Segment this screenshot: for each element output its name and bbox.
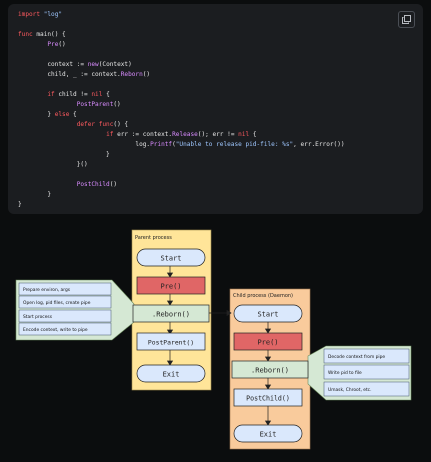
left-note-1: Prepare environ, args — [23, 287, 71, 293]
svg-text:.Reborn(): .Reborn() — [251, 367, 289, 375]
svg-text:Exit: Exit — [260, 431, 277, 439]
code-token: () — [109, 181, 118, 189]
svg-text:Start: Start — [160, 255, 181, 263]
code-line: if child != nil { — [18, 90, 345, 100]
left-note-2: Open log, pid files, create pipe — [23, 300, 91, 306]
code-block: import "log" func main() { Pre() context… — [8, 4, 423, 214]
code-token: () { — [113, 121, 129, 129]
code-line: } else { — [18, 110, 345, 120]
code-token: log. — [18, 141, 151, 149]
svg-text:.Reborn(): .Reborn() — [152, 311, 190, 319]
right-note-2: Write pid to file — [328, 370, 362, 376]
code-line: PostParent() — [18, 100, 345, 110]
code-token: Release — [172, 131, 198, 139]
code-token: nil — [91, 91, 103, 99]
code-token: } — [18, 151, 110, 159]
code-line: PostChild() — [18, 180, 345, 190]
left-note-4: Encode context, write to pipe — [23, 327, 88, 333]
code-line: func main() { — [18, 30, 345, 40]
code-token: } — [18, 201, 22, 209]
code-token: "log" — [43, 11, 63, 18]
code-line: defer func() { — [18, 120, 345, 130]
svg-text:PostParent(): PostParent() — [148, 339, 194, 347]
code-token: } — [18, 191, 52, 199]
svg-text:Exit: Exit — [163, 371, 180, 379]
code-line: if err := context.Release(); err != nil … — [18, 130, 345, 140]
code-token: else — [54, 111, 70, 119]
code-listing: import "log" func main() { Pre() context… — [18, 10, 345, 210]
code-token: () — [58, 41, 66, 49]
code-token: , err.Error()) — [293, 141, 345, 149]
code-line: child, _ := context.Reborn() — [18, 70, 345, 80]
copy-icon — [402, 15, 411, 24]
code-token: nil — [238, 131, 250, 139]
svg-text:Pre(): Pre() — [160, 283, 181, 291]
child-process-title: Child process (Daemon) — [233, 293, 293, 299]
code-line: import "log" — [18, 10, 345, 20]
code-token: PostParent — [76, 101, 114, 109]
right-notes: Decode context from pipe Write pid to fi… — [323, 348, 410, 397]
code-line: log.Printf("Unable to release pid-file: … — [18, 140, 345, 150]
code-token: () — [142, 71, 151, 79]
code-token: { — [249, 131, 257, 139]
code-token: func — [98, 121, 114, 129]
code-token: "Unable to release pid-file: %s" — [175, 141, 294, 149]
code-token: } — [18, 111, 55, 119]
parent-process-title: Parent process — [135, 235, 172, 241]
code-token: context := — [18, 61, 88, 69]
right-note-1: Decode context from pipe — [328, 354, 385, 360]
copy-button[interactable] — [398, 11, 415, 28]
code-line: context := new(Context) — [18, 60, 345, 70]
daemon-flow-diagram: Parent process Child process (Daemon) Pr… — [15, 229, 412, 450]
code-token: { — [69, 111, 77, 119]
left-note-3: Start process — [23, 314, 53, 320]
code-token: err := context. — [113, 131, 173, 139]
code-line: }() — [18, 160, 345, 170]
code-line: } — [18, 190, 345, 200]
code-token: new — [87, 61, 99, 69]
code-token: { — [102, 91, 110, 99]
code-token: child, _ := context. — [18, 71, 121, 79]
code-line: } — [18, 200, 345, 210]
code-token: Printf — [150, 141, 173, 149]
code-token: func — [18, 31, 33, 39]
code-token: PostChild — [76, 181, 110, 189]
code-token: () — [113, 101, 121, 109]
code-token: }() — [18, 161, 88, 169]
code-token: Reborn — [120, 71, 143, 79]
code-token: (); err != — [197, 131, 239, 139]
svg-text:PostChild(): PostChild() — [246, 395, 290, 403]
svg-text:Start: Start — [257, 311, 278, 319]
code-token: if — [47, 91, 55, 99]
svg-text:Pre(): Pre() — [257, 339, 278, 347]
code-token: defer — [76, 121, 96, 129]
code-token: main() { — [32, 31, 66, 39]
code-line: Pre() — [18, 40, 345, 50]
code-token: child != — [54, 91, 92, 99]
code-token: Pre — [47, 41, 59, 49]
code-token: (Context) — [98, 61, 132, 69]
code-line: } — [18, 150, 345, 160]
code-token: import — [18, 11, 41, 18]
right-note-3: Umask, Chroot, etc. — [328, 387, 371, 393]
